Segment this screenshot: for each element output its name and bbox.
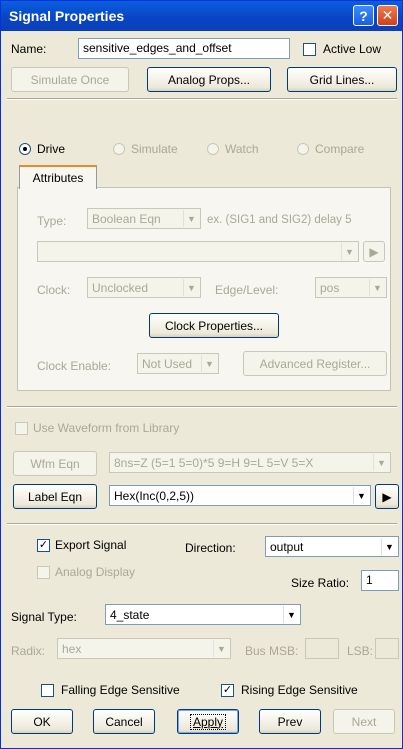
apply-button[interactable]: Apply — [177, 709, 239, 734]
ok-button[interactable]: OK — [11, 709, 73, 734]
chevron-down-icon: ▼ — [341, 243, 357, 260]
clock-label: Clock: — [37, 283, 71, 297]
compare-radio[interactable] — [297, 143, 309, 155]
name-field[interactable]: sensitive_edges_and_offset — [78, 38, 290, 59]
separator — [7, 406, 397, 408]
chevron-down-icon: ▼ — [201, 355, 217, 372]
chevron-down-icon: ▼ — [283, 606, 299, 623]
label-eqn-button[interactable]: Label Eqn — [13, 484, 97, 509]
export-signal-label: Export Signal — [55, 538, 127, 552]
watch-radio[interactable] — [207, 143, 219, 155]
rising-edge-label: Rising Edge Sensitive — [241, 683, 358, 697]
label-eqn-play-button[interactable]: ▶ — [375, 484, 399, 509]
chevron-down-icon: ▼ — [183, 210, 199, 227]
chevron-down-icon: ▼ — [353, 487, 369, 504]
chevron-down-icon: ▼ — [373, 454, 389, 471]
export-signal-checkbox[interactable]: ✓ — [37, 539, 50, 552]
lsb-label: LSB: — [347, 644, 374, 658]
type-select[interactable]: Boolean Eqn ▼ — [87, 208, 201, 229]
window-title: Signal Properties — [9, 8, 125, 24]
radix-select[interactable]: hex ▼ — [57, 638, 231, 659]
clock-enable-label: Clock Enable: — [37, 359, 112, 373]
active-low-checkbox[interactable] — [303, 43, 316, 56]
clock-enable-select[interactable]: Not Used ▼ — [137, 353, 219, 374]
size-ratio-field[interactable]: 1 — [361, 570, 399, 591]
chevron-down-icon: ▼ — [183, 279, 199, 296]
edge-level-select[interactable]: pos ▼ — [315, 277, 387, 298]
title-bar[interactable]: Signal Properties ? ✕ — [1, 1, 402, 31]
analog-display-label: Analog Display — [55, 565, 136, 579]
signal-properties-dialog: Signal Properties ? ✕ Name: sensitive_ed… — [0, 0, 403, 749]
signal-type-label: Signal Type: — [11, 610, 77, 624]
cancel-button[interactable]: Cancel — [93, 709, 155, 734]
type-label: Type: — [37, 214, 67, 228]
drive-label: Drive — [37, 142, 66, 156]
label-eqn-select[interactable]: Hex(Inc(0,2,5)) ▼ — [109, 485, 371, 506]
analog-display-checkbox[interactable] — [37, 566, 50, 579]
clock-properties-button[interactable]: Clock Properties... — [149, 313, 279, 338]
prev-button[interactable]: Prev — [259, 709, 321, 734]
separator — [7, 523, 397, 525]
equation-play-button[interactable]: ▶ — [363, 241, 385, 262]
radix-label: Radix: — [11, 644, 46, 658]
use-waveform-library-label: Use Waveform from Library — [33, 421, 180, 435]
use-waveform-library-checkbox[interactable] — [15, 422, 28, 435]
size-ratio-label: Size Ratio: — [291, 576, 350, 590]
drive-radio[interactable] — [19, 143, 31, 155]
advanced-register-button[interactable]: Advanced Register... — [243, 351, 387, 376]
type-example: ex. (SIG1 and SIG2) delay 5 — [207, 214, 352, 226]
bus-msb-label: Bus MSB: — [245, 644, 299, 658]
edge-level-label: Edge/Level: — [215, 283, 279, 297]
simulate-once-button[interactable]: Simulate Once — [11, 67, 129, 92]
falling-edge-checkbox[interactable] — [41, 684, 54, 697]
next-button[interactable]: Next — [333, 709, 395, 734]
lsb-field[interactable] — [375, 638, 399, 659]
help-icon[interactable]: ? — [353, 5, 374, 26]
name-label: Name: — [11, 42, 47, 56]
simulate-label: Simulate — [131, 142, 178, 156]
equation-select[interactable]: ▼ — [37, 241, 359, 262]
clock-select[interactable]: Unclocked ▼ — [87, 277, 201, 298]
chevron-down-icon: ▼ — [213, 640, 229, 657]
close-icon[interactable]: ✕ — [377, 5, 398, 26]
direction-select[interactable]: output ▼ — [265, 536, 399, 557]
wfm-eqn-button[interactable]: Wfm Eqn — [13, 451, 97, 476]
watch-label: Watch — [225, 142, 259, 156]
compare-label: Compare — [315, 142, 365, 156]
tab-attributes[interactable]: Attributes — [19, 165, 97, 189]
chevron-down-icon: ▼ — [381, 538, 397, 555]
play-icon: ▶ — [369, 244, 379, 259]
grid-lines-button[interactable]: Grid Lines... — [287, 67, 397, 92]
simulate-radio[interactable] — [113, 143, 125, 155]
wfm-eqn-select[interactable]: 8ns=Z (5=1 5=0)*5 9=H 9=L 5=V 5=X ▼ — [109, 452, 391, 473]
separator — [7, 98, 397, 100]
falling-edge-label: Falling Edge Sensitive — [61, 683, 180, 697]
play-icon: ▶ — [382, 489, 392, 504]
direction-label: Direction: — [185, 541, 236, 555]
bus-msb-field[interactable] — [305, 638, 339, 659]
signal-type-select[interactable]: 4_state ▼ — [105, 604, 301, 625]
rising-edge-checkbox[interactable]: ✓ — [221, 684, 234, 697]
chevron-down-icon: ▼ — [369, 279, 385, 296]
analog-props-button[interactable]: Analog Props... — [147, 67, 271, 92]
active-low-label: Active Low — [323, 42, 382, 56]
